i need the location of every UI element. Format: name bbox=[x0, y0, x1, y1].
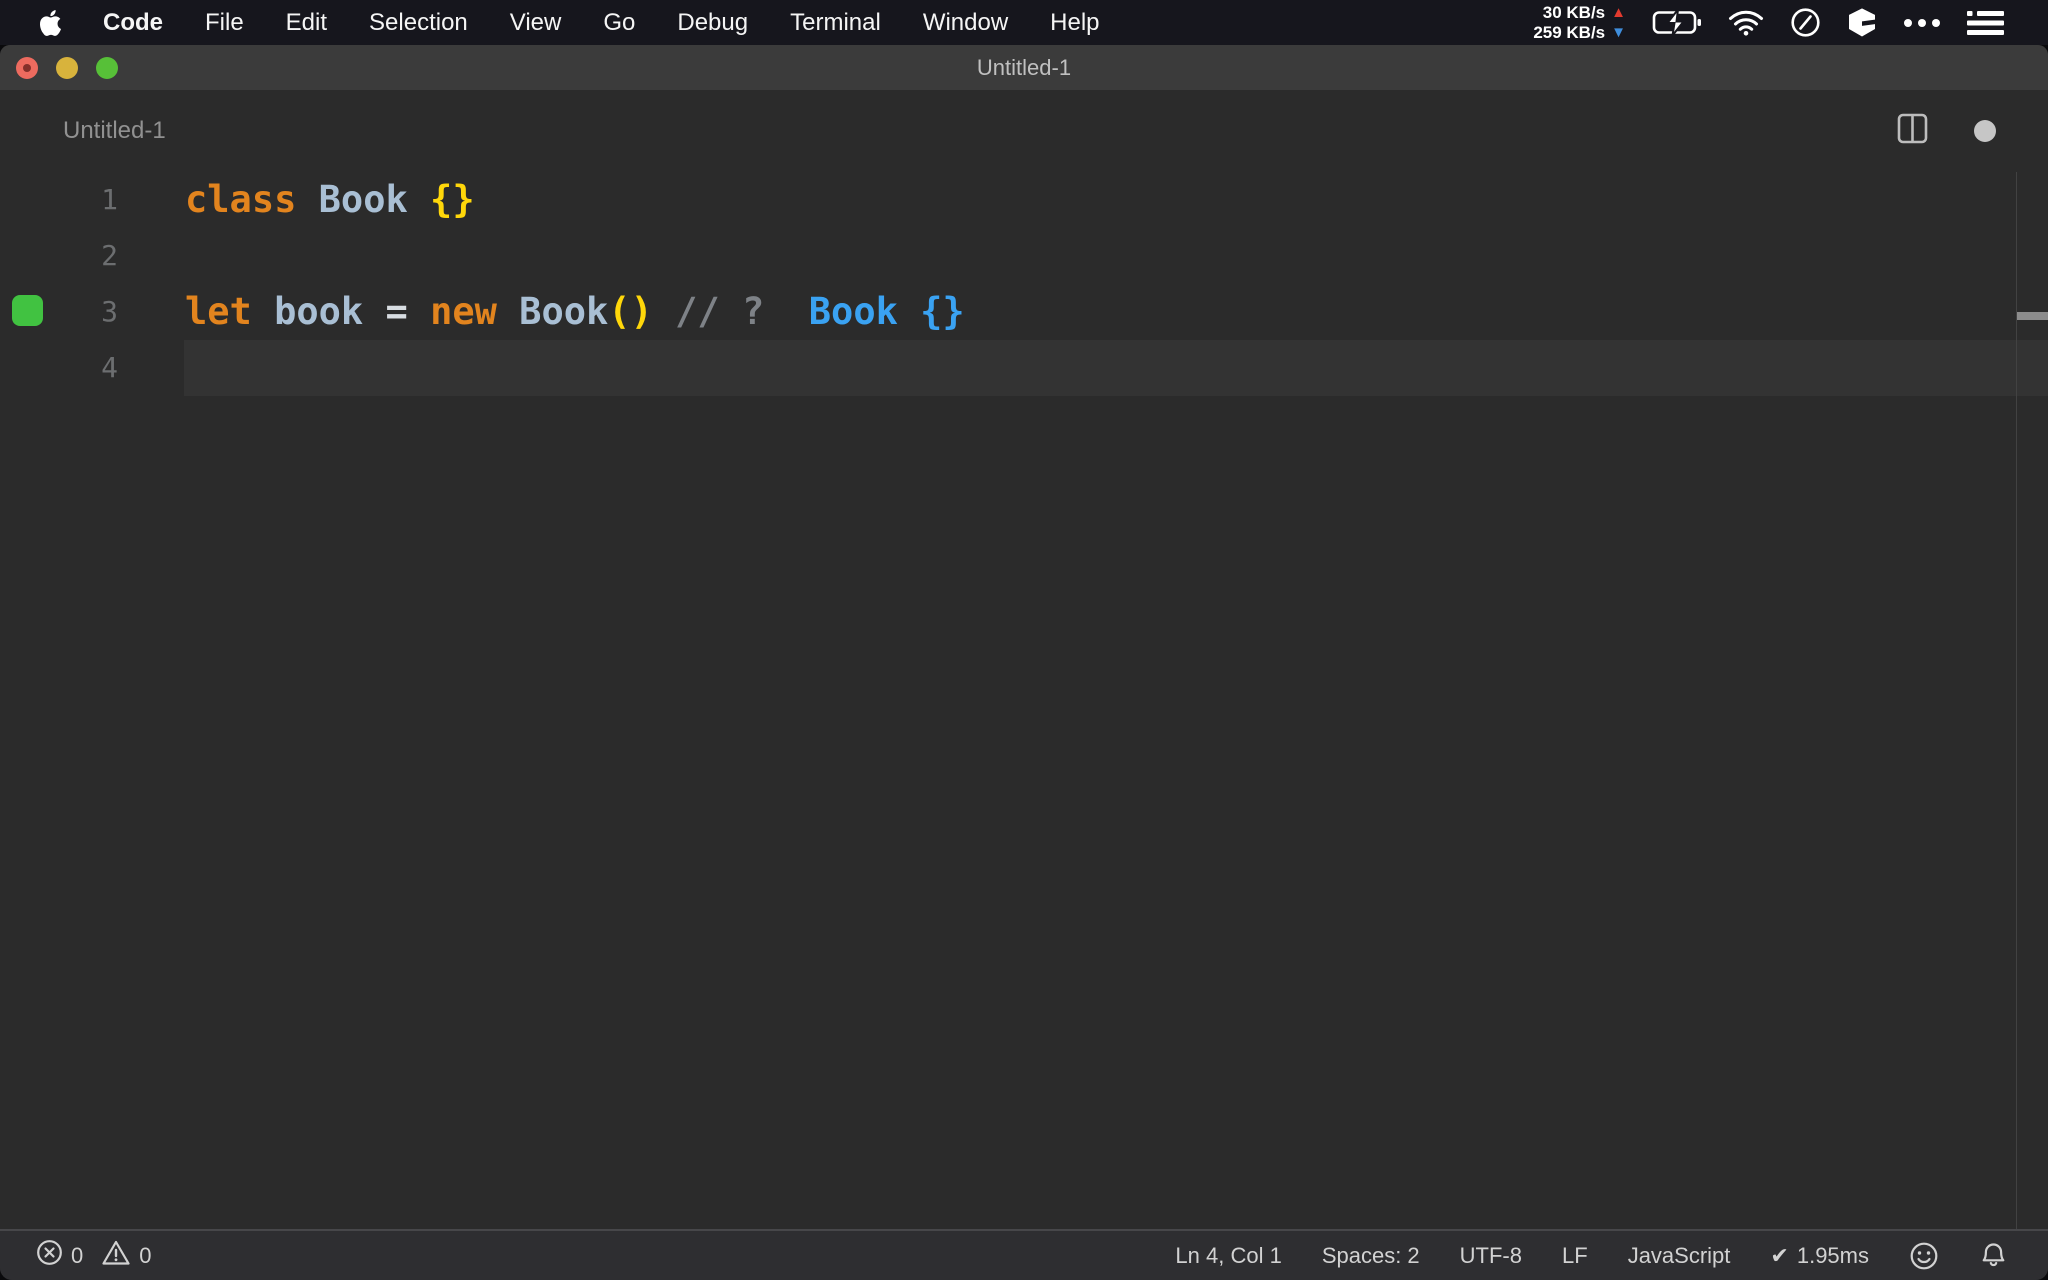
code-line-3[interactable]: 3 let book = new Book() // ? Book {} bbox=[0, 284, 2048, 340]
indentation-setting[interactable]: Spaces: 2 bbox=[1322, 1243, 1420, 1269]
keyword-token: let bbox=[185, 290, 275, 333]
line-number: 2 bbox=[101, 239, 118, 272]
quokka-exec-time[interactable]: ✔ 1.95ms bbox=[1770, 1243, 1869, 1269]
editor-header: Untitled-1 bbox=[0, 90, 2048, 172]
feedback-smiley-icon[interactable] bbox=[1909, 1241, 1939, 1271]
error-count: 0 bbox=[71, 1242, 84, 1268]
menubar-menus: Code File Edit Selection View Go Debug T… bbox=[40, 9, 1100, 37]
warning-icon bbox=[101, 1239, 131, 1272]
code-text: class Book {} bbox=[118, 172, 475, 228]
cube-app-icon[interactable] bbox=[1847, 7, 1877, 38]
operator-token: = bbox=[385, 290, 431, 333]
comment-token: // bbox=[675, 290, 742, 333]
menubar-status-icons: 30 KB/s ▲ 259 KB/s ▼ bbox=[1533, 3, 2048, 43]
menu-selection[interactable]: Selection bbox=[369, 9, 468, 37]
variable-token: book bbox=[274, 290, 386, 333]
eol-setting[interactable]: LF bbox=[1562, 1243, 1588, 1269]
menu-terminal[interactable]: Terminal bbox=[790, 9, 881, 37]
keyword-token: new bbox=[430, 290, 520, 333]
network-speed-indicator[interactable]: 30 KB/s ▲ 259 KB/s ▼ bbox=[1533, 3, 1626, 43]
line-number: 1 bbox=[101, 183, 118, 216]
exec-time-value: 1.95ms bbox=[1796, 1242, 1869, 1268]
apple-menu-icon[interactable] bbox=[40, 9, 61, 36]
menu-debug[interactable]: Debug bbox=[677, 9, 748, 37]
download-arrow-icon: ▼ bbox=[1611, 23, 1626, 41]
download-speed: 259 KB/s bbox=[1533, 22, 1606, 42]
brace-token: {} bbox=[430, 178, 475, 221]
keyword-token: class bbox=[185, 178, 319, 221]
menu-code[interactable]: Code bbox=[103, 9, 163, 37]
code-editor[interactable]: 1 class Book {} 2 3 let book = new Book(… bbox=[0, 172, 2048, 1229]
line-number: 4 bbox=[101, 351, 118, 384]
quokka-coverage-marker bbox=[12, 295, 43, 326]
notifications-bell-icon[interactable] bbox=[1979, 1241, 2008, 1271]
menu-file[interactable]: File bbox=[205, 9, 244, 37]
timer-circle-slash-icon[interactable] bbox=[1790, 7, 1821, 38]
list-menu-icon[interactable] bbox=[1967, 10, 2004, 36]
code-text: let book = new Book() // ? Book {} bbox=[118, 284, 965, 340]
upload-speed: 30 KB/s bbox=[1542, 2, 1606, 22]
error-icon bbox=[36, 1239, 63, 1272]
statusbar-right: Ln 4, Col 1 Spaces: 2 UTF-8 LF JavaScrip… bbox=[1175, 1241, 2008, 1271]
overview-ruler-marker bbox=[2017, 312, 2048, 320]
menu-go[interactable]: Go bbox=[603, 9, 635, 37]
minimize-button[interactable] bbox=[56, 57, 78, 79]
split-editor-icon[interactable] bbox=[1897, 113, 1928, 149]
check-icon: ✔ bbox=[1770, 1242, 1789, 1268]
overview-ruler[interactable] bbox=[2016, 172, 2048, 1229]
class-name-token: Book bbox=[318, 178, 431, 221]
unsaved-changes-dot[interactable] bbox=[1974, 120, 1996, 142]
cursor-position[interactable]: Ln 4, Col 1 bbox=[1175, 1243, 1281, 1269]
code-line-1[interactable]: 1 class Book {} bbox=[0, 172, 2048, 228]
quokka-inline-result: Book {} bbox=[808, 290, 965, 333]
upload-arrow-icon: ▲ bbox=[1611, 3, 1626, 21]
code-line-4[interactable]: 4 bbox=[0, 340, 2048, 396]
code-line-2[interactable]: 2 bbox=[0, 228, 2048, 284]
wifi-icon[interactable] bbox=[1728, 9, 1764, 36]
editor-actions bbox=[1897, 113, 1996, 149]
traffic-lights bbox=[16, 57, 118, 79]
close-button[interactable] bbox=[16, 57, 38, 79]
battery-charging-icon[interactable] bbox=[1652, 9, 1702, 36]
more-menu-icon[interactable] bbox=[1903, 18, 1941, 28]
window-title: Untitled-1 bbox=[976, 55, 1072, 80]
menu-view[interactable]: View bbox=[510, 9, 562, 37]
file-encoding[interactable]: UTF-8 bbox=[1460, 1243, 1522, 1269]
paren-token: () bbox=[608, 290, 676, 333]
statusbar: 0 0 Ln 4, Col 1 Spaces: 2 UTF-8 LF JavaS… bbox=[0, 1229, 2048, 1280]
menu-help[interactable]: Help bbox=[1050, 9, 1099, 37]
menu-window[interactable]: Window bbox=[923, 9, 1008, 37]
zoom-button[interactable] bbox=[96, 57, 118, 79]
quokka-probe-token: ? bbox=[741, 290, 809, 333]
vscode-window: Untitled-1 Untitled-1 1 class Book {} 2 … bbox=[0, 45, 2048, 1280]
warning-count: 0 bbox=[139, 1242, 152, 1268]
language-mode[interactable]: JavaScript bbox=[1628, 1243, 1731, 1269]
class-name-token: Book bbox=[519, 290, 609, 333]
window-titlebar[interactable]: Untitled-1 bbox=[0, 45, 2048, 90]
menu-edit[interactable]: Edit bbox=[286, 9, 327, 37]
current-line-highlight bbox=[184, 340, 2048, 396]
problems-indicator[interactable]: 0 0 bbox=[36, 1239, 152, 1272]
editor-file-title: Untitled-1 bbox=[63, 117, 166, 144]
macos-menubar: Code File Edit Selection View Go Debug T… bbox=[0, 0, 2048, 45]
